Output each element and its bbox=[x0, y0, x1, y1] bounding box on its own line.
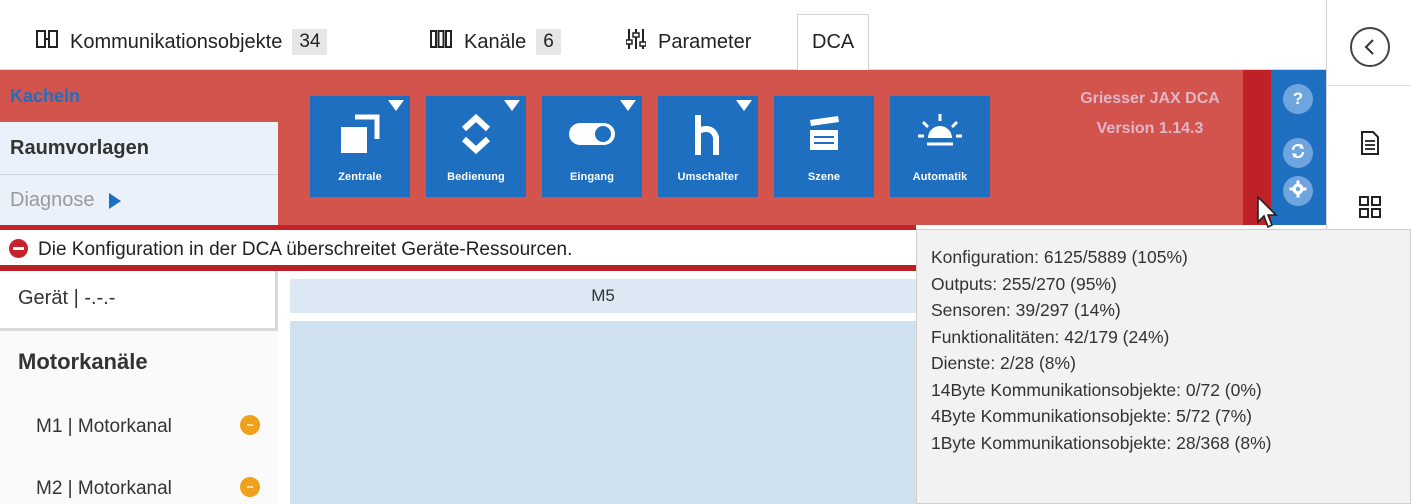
tile-eingang[interactable]: Eingang bbox=[542, 96, 642, 197]
toggle-icon bbox=[542, 106, 642, 162]
dca-header: Kacheln Raumvorlagen Diagnose Zentrale B… bbox=[0, 70, 1326, 226]
tooltip-line: Konfiguration: 6125/5889 (105%) bbox=[931, 247, 1188, 267]
list-item-label: M2 | Motorkanal bbox=[36, 478, 172, 499]
play-icon bbox=[108, 192, 121, 209]
sliders-icon bbox=[625, 28, 647, 56]
tooltip-line: Outputs: 255/270 (95%) bbox=[931, 273, 1117, 294]
tab-raumvorlagen[interactable]: Raumvorlagen bbox=[0, 122, 278, 174]
tile-label: Umschalter bbox=[677, 171, 739, 183]
list-item[interactable]: M2 | Motorkanal ~ bbox=[0, 465, 278, 504]
collapse-button[interactable] bbox=[1327, 8, 1411, 86]
tab-kommunikationsobjekte[interactable]: Kommunikationsobjekte 34 bbox=[36, 14, 328, 70]
channels-icon bbox=[430, 29, 452, 55]
dca-window: Kommunikationsobjekte 34 Kanäle 6 Parame… bbox=[0, 0, 1411, 504]
tile-szene[interactable]: Szene bbox=[774, 96, 874, 197]
document-icon bbox=[1360, 130, 1380, 160]
column-header: M5 bbox=[290, 279, 916, 313]
chevron-left-icon bbox=[1349, 26, 1390, 67]
tooltip-line: Funktionalitäten: 42/179 (24%) bbox=[931, 326, 1170, 347]
tab-bar: Kommunikationsobjekte 34 Kanäle 6 Parame… bbox=[0, 0, 1326, 70]
switch-icon bbox=[658, 106, 758, 162]
error-icon bbox=[9, 239, 28, 258]
brand-version: Version 1.14.3 bbox=[1096, 120, 1204, 137]
tile-umschalter[interactable]: Umschalter bbox=[658, 96, 758, 197]
refresh-icon bbox=[1290, 143, 1306, 164]
section-title: Motorkanäle bbox=[18, 349, 148, 374]
up-down-icon bbox=[426, 106, 526, 162]
tab-kacheln[interactable]: Kacheln bbox=[0, 70, 278, 118]
sun-icon bbox=[890, 106, 990, 162]
help-button[interactable]: ? bbox=[1283, 84, 1313, 114]
gear-icon bbox=[1289, 180, 1307, 203]
list-item[interactable]: M1 | Motorkanal ~ bbox=[0, 403, 278, 451]
refresh-button[interactable] bbox=[1283, 138, 1313, 168]
tile-zentrale[interactable]: Zentrale bbox=[310, 96, 410, 197]
tooltip-line: Dienste: 2/28 (8%) bbox=[931, 353, 1076, 373]
tile-label: Automatik bbox=[912, 171, 968, 183]
brand-title: Griesser JAX DCA bbox=[1080, 90, 1220, 107]
tab-label: Parameter bbox=[658, 30, 752, 53]
mouse-cursor-icon bbox=[1257, 195, 1279, 235]
tile-bedienung[interactable]: Bedienung bbox=[426, 96, 526, 197]
tab-count-badge: 34 bbox=[292, 29, 328, 55]
raumvorlagen-label: Raumvorlagen bbox=[10, 136, 149, 159]
document-button[interactable] bbox=[1327, 110, 1411, 180]
tab-kanaele[interactable]: Kanäle 6 bbox=[430, 14, 561, 70]
grid-icon bbox=[1358, 195, 1381, 223]
tile-label: Bedienung bbox=[447, 171, 505, 183]
warning-icon: ~ bbox=[240, 477, 260, 497]
tab-label: Kommunikationsobjekte bbox=[70, 30, 283, 53]
tab-diagnose[interactable]: Diagnose bbox=[0, 174, 278, 226]
com-objects-icon bbox=[36, 29, 58, 55]
error-message: Die Konfiguration in der DCA überschreit… bbox=[38, 239, 573, 260]
tab-count-badge: 6 bbox=[536, 29, 561, 55]
device-selector[interactable]: Gerät | -.-.- bbox=[0, 271, 278, 331]
list-item-label: M1 | Motorkanal bbox=[36, 416, 172, 437]
tooltip-line: Sensoren: 39/297 (14%) bbox=[931, 300, 1121, 320]
brand-info: Griesser JAX DCA Version 1.14.3 bbox=[1065, 84, 1235, 144]
tile-label: Szene bbox=[807, 171, 841, 183]
tab-label: DCA bbox=[812, 31, 855, 53]
clapper-icon bbox=[774, 106, 874, 162]
tooltip-line: 4Byte Kommunikationsobjekte: 5/72 (7%) bbox=[931, 406, 1252, 426]
column-separator bbox=[290, 313, 916, 321]
warning-icon: ~ bbox=[240, 415, 260, 435]
tile-automatik[interactable]: Automatik bbox=[890, 96, 990, 197]
tab-parameter[interactable]: Parameter bbox=[625, 14, 752, 70]
tab-dca[interactable]: DCA bbox=[797, 14, 870, 70]
tile-label: Zentrale bbox=[338, 171, 382, 183]
resource-tooltip: Konfiguration: 6125/5889 (105%) Outputs:… bbox=[916, 229, 1411, 504]
channel-list: Gerät | -.-.- Motorkanäle M1 | Motorkana… bbox=[0, 271, 278, 504]
tab-label: Kanäle bbox=[464, 30, 527, 53]
zentrale-icon bbox=[310, 106, 410, 162]
error-banner: Die Konfiguration in der DCA überschreit… bbox=[0, 225, 916, 270]
settings-button[interactable] bbox=[1283, 176, 1313, 206]
tooltip-line: 14Byte Kommunikationsobjekte: 0/72 (0%) bbox=[931, 379, 1262, 400]
tile-label: Eingang bbox=[569, 171, 615, 183]
help-icon: ? bbox=[1292, 89, 1304, 108]
tooltip-line: 1Byte Kommunikationsobjekte: 28/368 (8%) bbox=[931, 432, 1272, 453]
diagnose-label: Diagnose bbox=[10, 189, 95, 211]
